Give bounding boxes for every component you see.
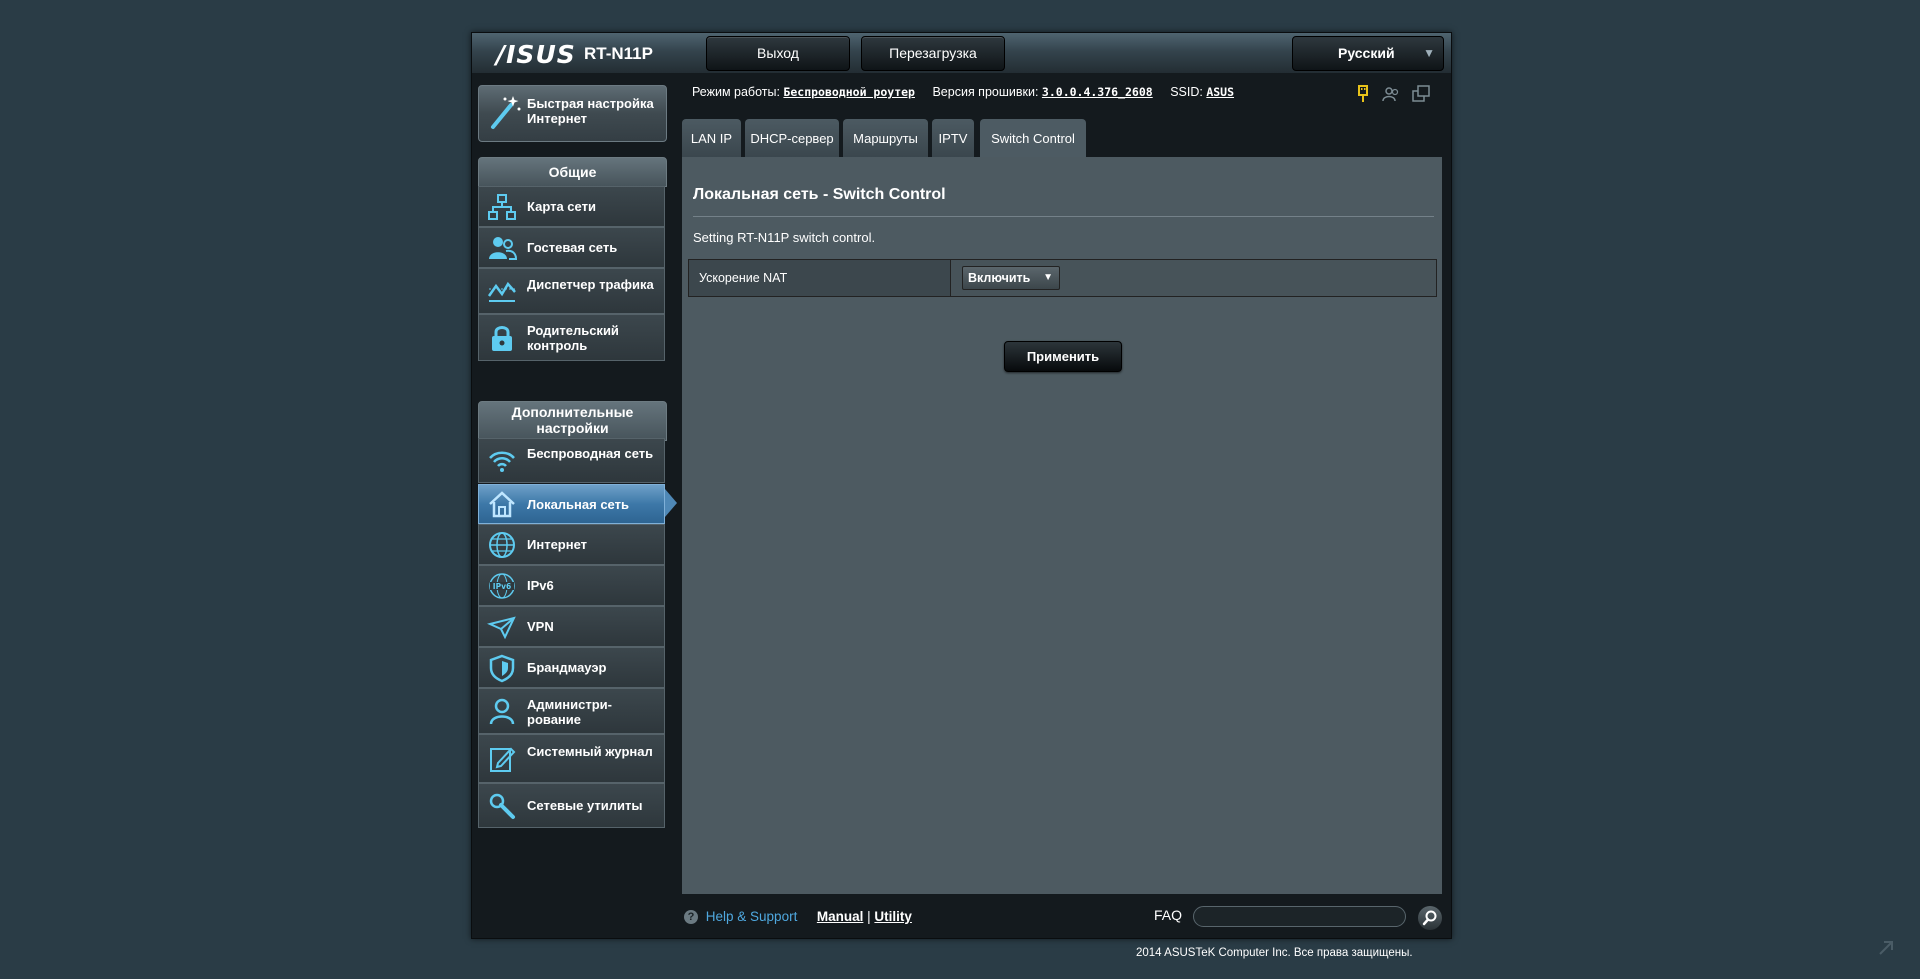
sidebar-item-administration[interactable]: Администри-рование <box>478 688 665 734</box>
help-support-link[interactable]: Help & Support <box>706 909 798 924</box>
content-panel: Локальная сеть - Switch Control Setting … <box>682 157 1442 894</box>
magic-wand-icon <box>491 96 521 129</box>
faq-label: FAQ <box>1154 907 1183 923</box>
log-icon <box>490 747 516 772</box>
sidebar-item-label: Брандмауэр <box>527 660 607 675</box>
shield-icon <box>489 654 515 682</box>
op-mode-link[interactable]: Беспроводной роутер <box>783 85 915 99</box>
guest-network-icon <box>489 236 517 260</box>
usb-status-icon[interactable] <box>1354 85 1372 103</box>
sidebar-item-label: Интернет <box>527 537 588 552</box>
ssid-label: SSID: <box>1170 85 1203 99</box>
logout-button[interactable]: Выход <box>706 36 850 71</box>
sidebar-item-label: VPN <box>527 619 554 634</box>
sidebar-item-label: Системный журнал <box>527 744 653 759</box>
sidebar-item-network-map[interactable]: Карта сети <box>478 186 665 227</box>
sidebar-item-firewall[interactable]: Брандмауэр <box>478 647 665 688</box>
tab-switch-control[interactable]: Switch Control <box>980 119 1086 158</box>
page-description: Setting RT-N11P switch control. <box>693 230 876 245</box>
scroll-top-icon[interactable] <box>1876 938 1896 958</box>
search-icon <box>1422 910 1437 926</box>
sidebar-item-vpn[interactable]: VPN <box>478 606 665 647</box>
sidebar-item-wireless[interactable]: Беспроводная сеть <box>478 438 665 483</box>
faq-search-button[interactable] <box>1418 906 1442 930</box>
title-divider <box>693 216 1434 217</box>
asus-logo: /ISUS <box>496 40 576 69</box>
traffic-manager-icon <box>487 281 516 302</box>
quick-setup-label: Быстрая настройка Интернет <box>527 96 654 126</box>
utility-link[interactable]: Utility <box>874 909 912 924</box>
header-bar: /ISUS RT-N11P Выход Перезагрузка Русский… <box>472 33 1451 73</box>
page-title: Локальная сеть - Switch Control <box>693 186 946 203</box>
sidebar-item-label: Родительский контроль <box>527 323 619 353</box>
user-icon <box>489 698 515 725</box>
sidebar-item-label: Локальная сеть <box>527 497 629 512</box>
nat-label: Ускорение NAT <box>689 260 951 296</box>
svg-text:IPv6: IPv6 <box>493 582 511 591</box>
windows-status-icon[interactable] <box>1412 85 1430 103</box>
chevron-down-icon: ▼ <box>1043 272 1053 283</box>
sidebar-item-guest-network[interactable]: Гостевая сеть <box>478 227 665 268</box>
apply-button[interactable]: Применить <box>1004 341 1122 372</box>
reboot-button[interactable]: Перезагрузка <box>861 36 1005 71</box>
network-map-icon <box>488 193 516 220</box>
copyright-text: 2014 ASUSTeK Computer Inc. Все права защ… <box>1136 947 1413 959</box>
tab-lan-ip[interactable]: LAN IP <box>682 119 741 158</box>
sidebar-item-label: Администри-рование <box>527 697 612 727</box>
ipv6-icon: IPv6 <box>489 572 515 599</box>
tab-routes[interactable]: Маршруты <box>843 119 928 158</box>
sidebar-item-traffic-manager[interactable]: Диспетчер трафика <box>478 268 665 314</box>
sidebar-item-internet[interactable]: Интернет <box>478 524 665 565</box>
wifi-icon <box>489 451 515 472</box>
faq-search-input[interactable] <box>1193 906 1406 927</box>
sidebar-item-label: IPv6 <box>527 578 554 593</box>
sidebar-item-system-log[interactable]: Системный журнал <box>478 734 665 783</box>
globe-icon <box>489 531 515 558</box>
model-name: RT-N11P <box>584 44 653 63</box>
firmware-label: Версия прошивки: <box>932 85 1039 99</box>
clients-status-icon[interactable] <box>1382 85 1400 103</box>
nat-select-value: Включить <box>968 271 1031 285</box>
router-frame: /ISUS RT-N11P Выход Перезагрузка Русский… <box>471 32 1452 939</box>
sidebar-item-label: Сетевые утилиты <box>527 798 643 813</box>
sidebar-item-label: Гостевая сеть <box>527 240 618 255</box>
sidebar-item-lan[interactable]: Локальная сеть <box>478 484 665 524</box>
sidebar-item-network-tools[interactable]: Сетевые утилиты <box>478 783 665 828</box>
tab-dhcp-server[interactable]: DHCP-сервер <box>745 119 839 158</box>
tools-icon <box>489 793 515 819</box>
vpn-icon <box>487 616 516 639</box>
manual-link[interactable]: Manual <box>817 909 864 924</box>
sidebar-item-label: Карта сети <box>527 199 596 214</box>
sidebar-item-ipv6[interactable]: IPv6 IPv6 <box>478 565 665 606</box>
chevron-down-icon: ▼ <box>1423 46 1435 60</box>
nat-acceleration-select[interactable]: Включить ▼ <box>962 266 1060 290</box>
op-mode-label: Режим работы: <box>692 85 780 99</box>
active-item-arrow <box>665 489 677 517</box>
ssid-link[interactable]: ASUS <box>1206 85 1234 99</box>
status-bar: Режим работы: Беспроводной роутер Версия… <box>692 85 1234 99</box>
help-icon: ? <box>684 910 698 924</box>
footer-links: ? Help & Support Manual | Utility <box>684 909 912 924</box>
home-icon <box>489 491 515 518</box>
quick-setup-button[interactable]: Быстрая настройка Интернет <box>478 85 667 142</box>
lock-icon <box>492 325 512 351</box>
language-label: Русский <box>1338 45 1395 61</box>
advanced-section-title: Дополнительные настройки <box>478 401 667 441</box>
general-section-title: Общие <box>478 157 667 187</box>
footer-separator: | <box>867 909 871 924</box>
tab-iptv[interactable]: IPTV <box>932 119 974 158</box>
language-select[interactable]: Русский ▼ <box>1292 36 1444 71</box>
nat-setting-row: Ускорение NAT Включить ▼ <box>688 259 1437 297</box>
sidebar-item-parental-control[interactable]: Родительский контроль <box>478 314 665 361</box>
firmware-link[interactable]: 3.0.0.4.376_2608 <box>1042 85 1153 99</box>
sidebar-item-label: Диспетчер трафика <box>527 277 654 292</box>
sidebar-item-label: Беспроводная сеть <box>527 446 654 461</box>
